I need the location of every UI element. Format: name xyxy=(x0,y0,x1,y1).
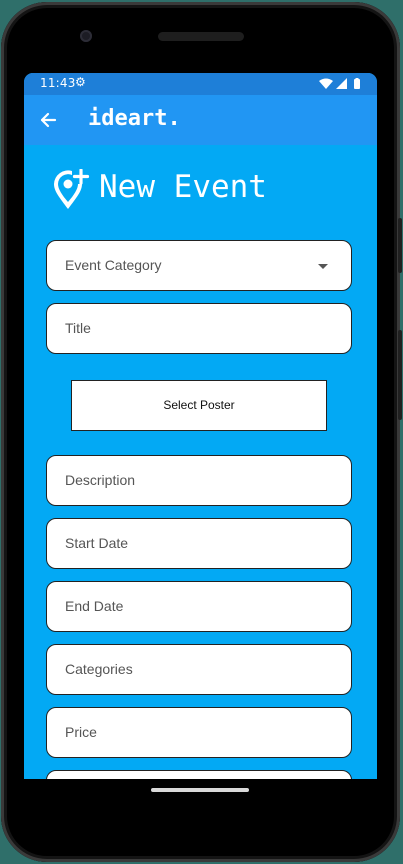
event-category-label: Event Category xyxy=(65,257,162,273)
app-screen: 11:43 ⚙ ideart. New Event Event Category… xyxy=(24,73,377,779)
battery-icon xyxy=(354,79,360,89)
title-input[interactable]: Title xyxy=(46,303,352,354)
app-title: ideart. xyxy=(88,106,181,131)
status-time: 11:43 xyxy=(40,76,76,90)
add-location-icon xyxy=(54,169,90,209)
start-date-placeholder: Start Date xyxy=(65,535,129,551)
description-input[interactable]: Description xyxy=(46,455,352,506)
phone-frame: 11:43 ⚙ ideart. New Event Event Category… xyxy=(1,2,400,862)
start-date-input[interactable]: Start Date xyxy=(46,518,352,569)
wifi-icon xyxy=(319,78,333,89)
signal-icon xyxy=(336,78,347,89)
categories-input[interactable]: Categories xyxy=(46,644,352,695)
power-button xyxy=(398,330,402,420)
chevron-down-icon xyxy=(318,264,328,269)
home-gesture-bar[interactable] xyxy=(151,788,249,792)
app-bar: ideart. xyxy=(24,95,377,145)
new-event-form: New Event Event Category Title Select Po… xyxy=(24,145,377,779)
categories-placeholder: Categories xyxy=(65,661,133,677)
title-placeholder: Title xyxy=(65,320,91,336)
volume-button xyxy=(398,218,402,273)
page-title: New Event xyxy=(99,169,267,205)
end-date-placeholder: End Date xyxy=(65,598,124,614)
status-bar: 11:43 ⚙ xyxy=(24,73,377,95)
description-placeholder: Description xyxy=(65,472,136,488)
earpiece-speaker xyxy=(158,32,244,41)
price-input[interactable]: Price xyxy=(46,707,352,758)
select-poster-button[interactable]: Select Poster xyxy=(71,380,327,431)
front-camera xyxy=(80,30,92,42)
end-date-input[interactable]: End Date xyxy=(46,581,352,632)
price-placeholder: Price xyxy=(65,724,97,740)
status-icons xyxy=(319,78,363,90)
next-input[interactable] xyxy=(46,770,352,779)
arrow-left-icon[interactable] xyxy=(38,110,58,130)
event-category-dropdown[interactable]: Event Category xyxy=(46,240,352,291)
gear-icon: ⚙ xyxy=(75,75,86,89)
